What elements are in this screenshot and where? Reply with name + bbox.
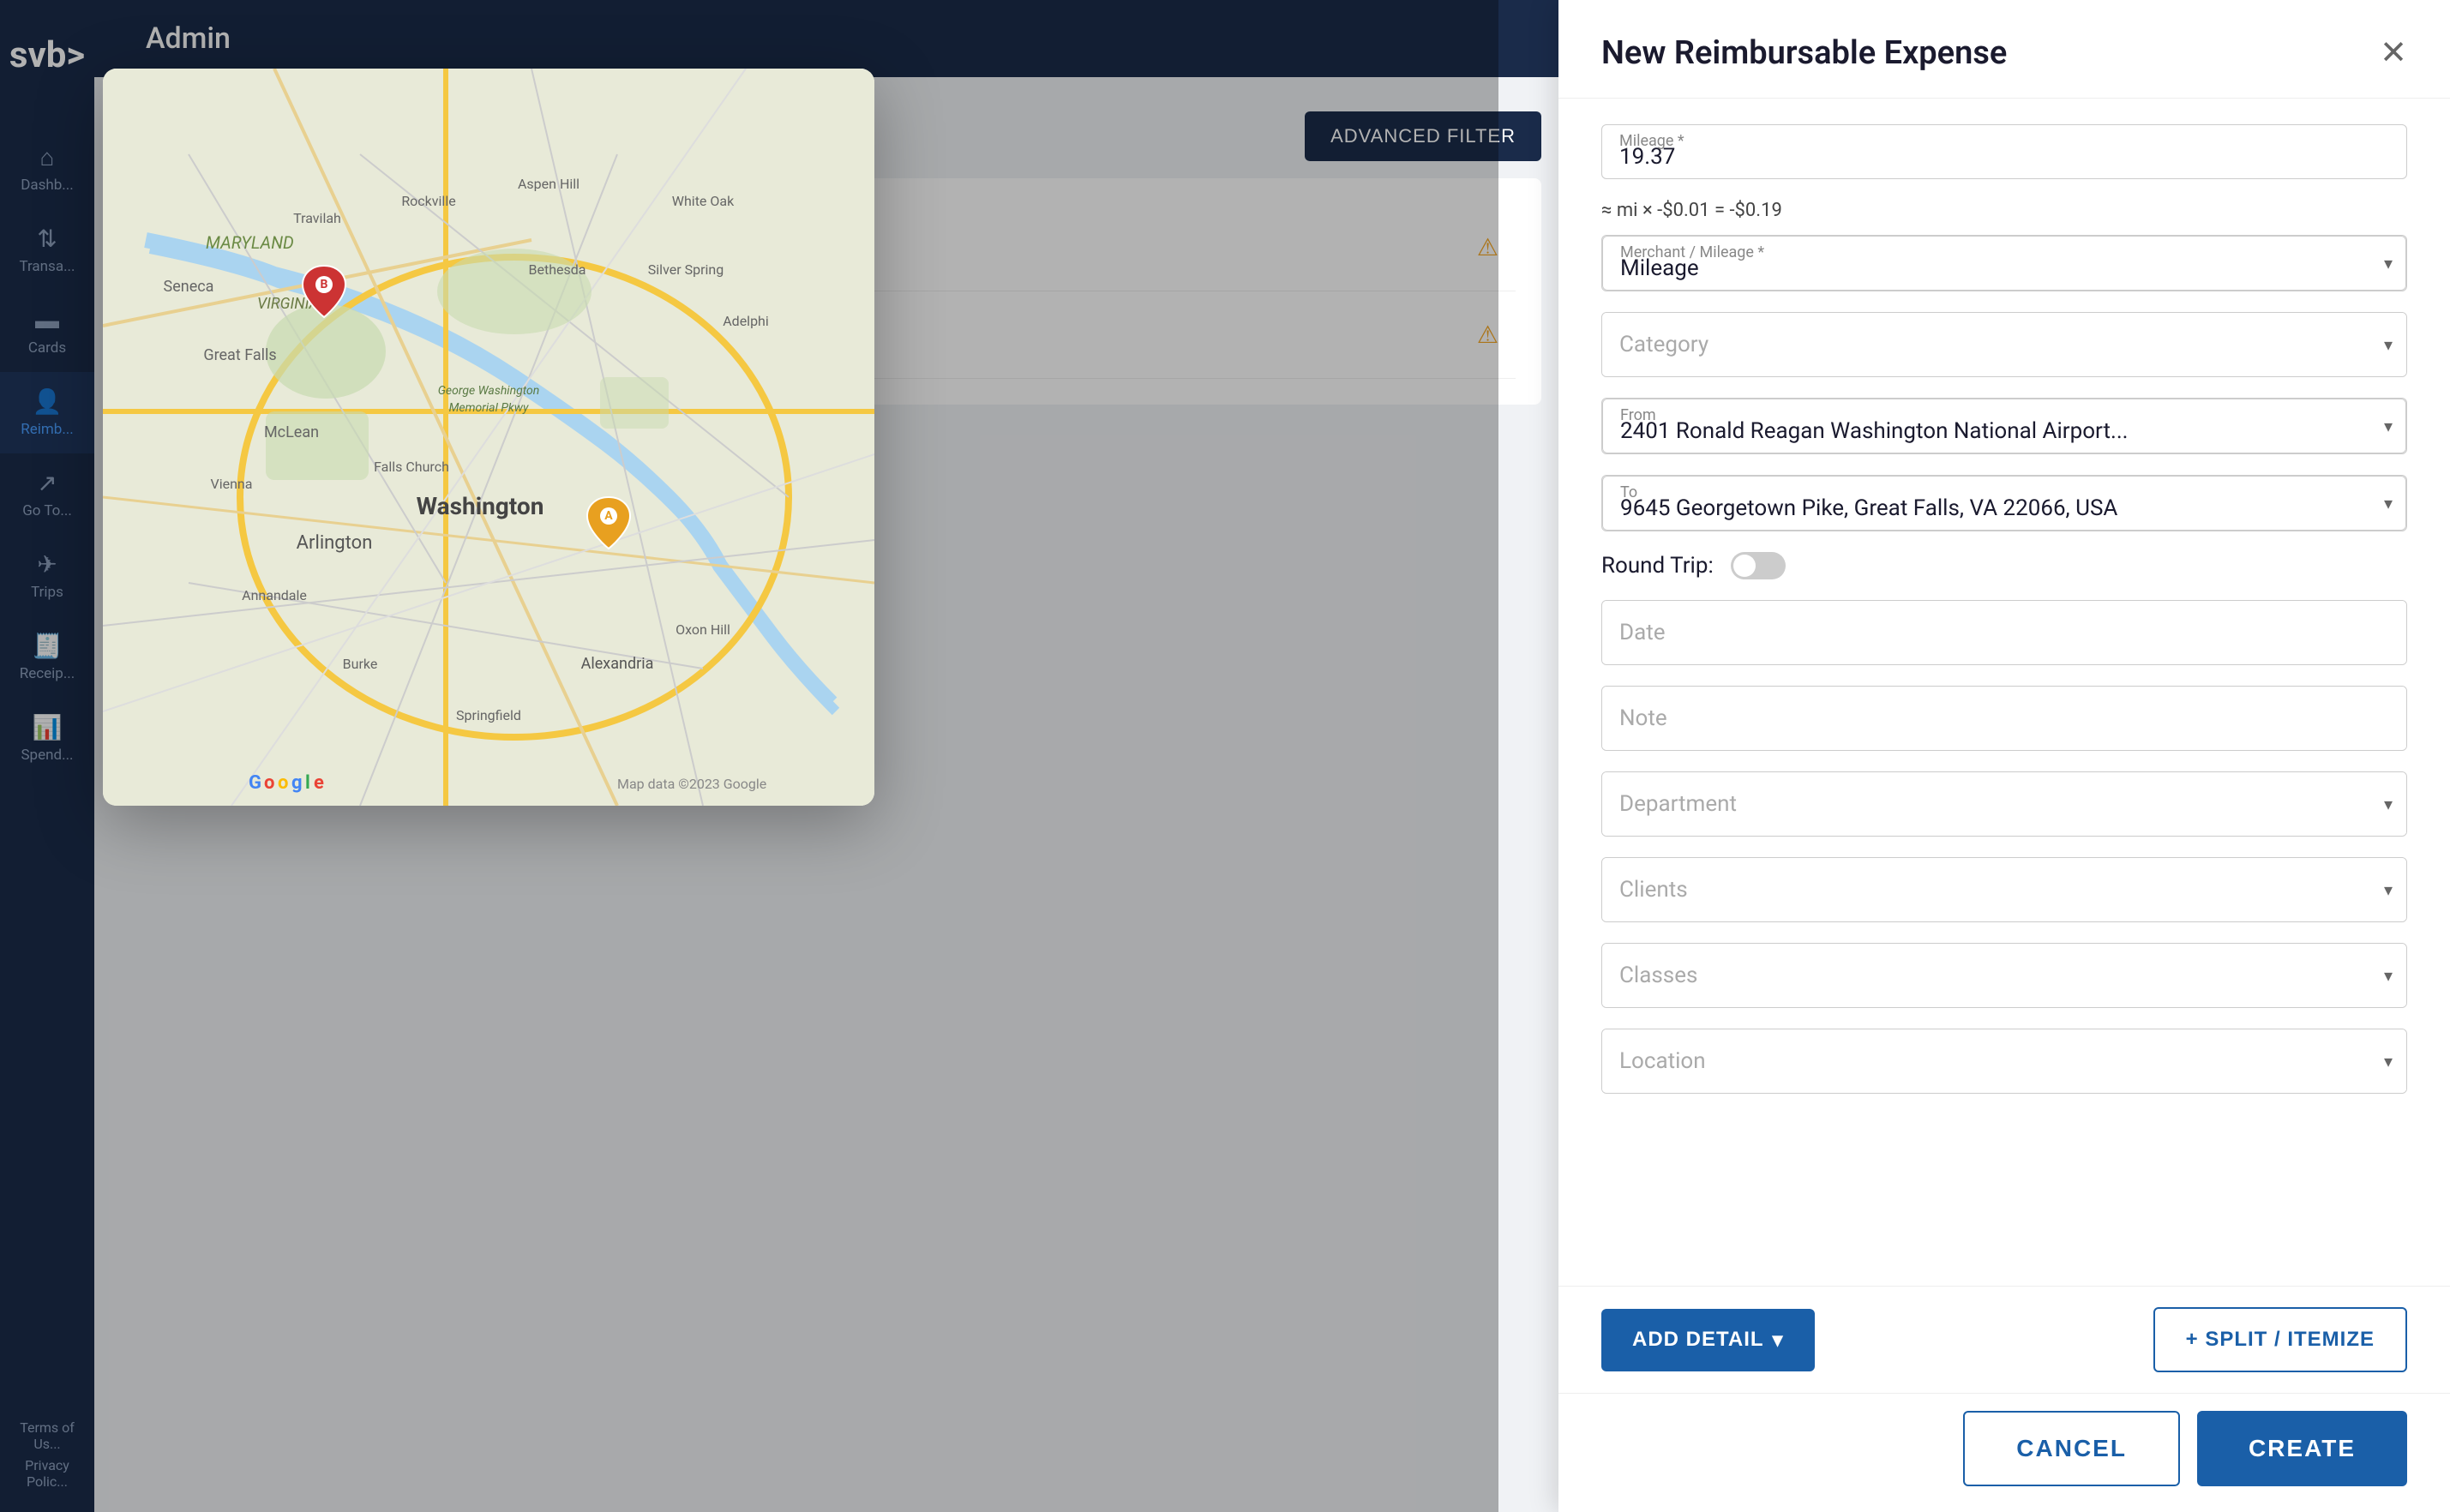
svg-text:Silver Spring: Silver Spring <box>648 261 724 278</box>
location-select[interactable]: Location ▾ <box>1601 1029 2407 1094</box>
svg-text:Great Falls: Great Falls <box>203 346 276 364</box>
svg-text:g: g <box>291 772 303 794</box>
to-field-group: To 9645 Georgetown Pike, Great Falls, VA… <box>1601 475 2407 531</box>
svg-text:Burke: Burke <box>343 656 378 672</box>
svg-text:Seneca: Seneca <box>164 278 214 296</box>
svg-text:Vienna: Vienna <box>211 476 253 492</box>
from-label: From <box>1620 406 1656 424</box>
location-dropdown-arrow: ▾ <box>2384 1051 2393 1071</box>
svg-text:MARYLAND: MARYLAND <box>206 232 294 253</box>
svg-text:Arlington: Arlington <box>297 532 373 554</box>
from-dropdown-arrow: ▾ <box>2384 416 2393 436</box>
round-trip-row: Round Trip: <box>1601 552 2407 579</box>
svg-text:A: A <box>604 509 613 523</box>
date-field-group: Date <box>1601 600 2407 665</box>
mileage-value: 19.37 <box>1619 144 2363 170</box>
split-itemize-button[interactable]: + SPLIT / ITEMIZE <box>2153 1307 2407 1372</box>
date-placeholder: Date <box>1602 601 2406 664</box>
clients-select[interactable]: Clients ▾ <box>1601 857 2407 922</box>
panel-header: New Reimbursable Expense ✕ <box>1558 0 2450 99</box>
create-button[interactable]: CREATE <box>2197 1411 2407 1486</box>
svg-text:Rockville: Rockville <box>401 193 455 209</box>
svg-text:Bethesda: Bethesda <box>529 261 586 278</box>
svg-text:e: e <box>314 772 324 794</box>
note-field[interactable]: Note <box>1601 686 2407 751</box>
svg-text:McLean: McLean <box>264 423 319 441</box>
map-container: Washington Arlington McLean Great Falls … <box>103 69 874 806</box>
category-placeholder: Category <box>1602 313 2406 376</box>
category-select[interactable]: Category ▾ <box>1601 312 2407 377</box>
map-modal: Washington Arlington McLean Great Falls … <box>103 69 874 806</box>
svg-text:Travilah: Travilah <box>293 210 341 226</box>
location-field-group: Location ▾ <box>1601 1029 2407 1094</box>
svg-text:o: o <box>278 772 288 794</box>
merchant-dropdown-arrow: ▾ <box>2384 253 2393 273</box>
clients-dropdown-arrow: ▾ <box>2384 879 2393 900</box>
to-label: To <box>1620 483 1637 501</box>
svg-text:Memorial Pkwy: Memorial Pkwy <box>449 401 529 415</box>
svg-text:Aspen Hill: Aspen Hill <box>518 176 579 192</box>
to-value: 9645 Georgetown Pike, Great Falls, VA 22… <box>1620 495 2363 521</box>
panel-title: New Reimbursable Expense <box>1601 34 2007 72</box>
merchant-select[interactable]: Merchant / Mileage * Mileage ▾ <box>1601 235 2407 291</box>
classes-dropdown-arrow: ▾ <box>2384 965 2393 986</box>
from-input-container: From 2401 Ronald Reagan Washington Natio… <box>1602 399 2406 453</box>
clients-field-group: Clients ▾ <box>1601 857 2407 922</box>
cancel-button[interactable]: CANCEL <box>1963 1411 2180 1486</box>
svg-text:G: G <box>249 772 261 794</box>
from-field-group: From 2401 Ronald Reagan Washington Natio… <box>1601 398 2407 454</box>
svg-text:Oxon Hill: Oxon Hill <box>676 621 730 638</box>
svg-text:Alexandria: Alexandria <box>581 655 654 673</box>
category-field-group: Category ▾ <box>1601 312 2407 377</box>
department-select[interactable]: Department ▾ <box>1601 771 2407 837</box>
date-field[interactable]: Date <box>1601 600 2407 665</box>
note-placeholder: Note <box>1602 687 2406 750</box>
mileage-input-container: Mileage * 19.37 <box>1601 124 2407 179</box>
panel-body: Mileage * 19.37 ≈ mi × -$0.01 = -$0.19 M… <box>1558 99 2450 1286</box>
classes-field-group: Classes ▾ <box>1601 943 2407 1008</box>
svg-text:Springfield: Springfield <box>456 707 521 723</box>
svg-text:George Washington: George Washington <box>438 384 540 398</box>
add-detail-dropdown-arrow: ▾ <box>1773 1328 1784 1353</box>
round-trip-label: Round Trip: <box>1601 553 1714 579</box>
expense-panel: New Reimbursable Expense ✕ Mileage * 19.… <box>1558 0 2450 1512</box>
merchant-label: Merchant / Mileage * <box>1620 243 1764 261</box>
svg-text:Falls Church: Falls Church <box>374 459 449 475</box>
merchant-input-container: Merchant / Mileage * Mileage <box>1602 236 2406 291</box>
note-field-group: Note <box>1601 686 2407 751</box>
add-detail-button[interactable]: ADD DETAIL ▾ <box>1601 1309 1815 1371</box>
map-svg: Washington Arlington McLean Great Falls … <box>103 69 874 806</box>
svg-text:l: l <box>305 772 310 794</box>
from-select[interactable]: From 2401 Ronald Reagan Washington Natio… <box>1601 398 2407 454</box>
category-dropdown-arrow: ▾ <box>2384 334 2393 355</box>
close-button[interactable]: ✕ <box>2380 37 2407 69</box>
round-trip-toggle[interactable] <box>1731 552 1786 579</box>
formula-text: ≈ mi × -$0.01 = -$0.19 <box>1601 200 1782 221</box>
svg-text:o: o <box>264 772 274 794</box>
action-footer: CANCEL CREATE <box>1558 1393 2450 1512</box>
mileage-formula: ≈ mi × -$0.01 = -$0.19 <box>1601 200 2407 221</box>
department-field-group: Department ▾ <box>1601 771 2407 837</box>
mileage-field-group: Mileage * 19.37 <box>1601 124 2407 179</box>
department-placeholder: Department <box>1602 772 2406 836</box>
svg-text:Annandale: Annandale <box>242 587 307 603</box>
to-input-container: To 9645 Georgetown Pike, Great Falls, VA… <box>1602 476 2406 531</box>
location-placeholder: Location <box>1602 1029 2406 1093</box>
classes-select[interactable]: Classes ▾ <box>1601 943 2407 1008</box>
panel-footer: ADD DETAIL ▾ + SPLIT / ITEMIZE <box>1558 1286 2450 1393</box>
clients-placeholder: Clients <box>1602 858 2406 921</box>
svg-text:Washington: Washington <box>417 492 544 520</box>
svg-text:White Oak: White Oak <box>672 193 735 209</box>
svg-text:B: B <box>321 278 328 291</box>
merchant-field-group: Merchant / Mileage * Mileage ▾ <box>1601 235 2407 291</box>
to-select[interactable]: To 9645 Georgetown Pike, Great Falls, VA… <box>1601 475 2407 531</box>
department-dropdown-arrow: ▾ <box>2384 794 2393 814</box>
from-value: 2401 Ronald Reagan Washington National A… <box>1620 418 2363 444</box>
mileage-label: Mileage * <box>1619 132 1684 150</box>
svg-text:Adelphi: Adelphi <box>723 313 769 329</box>
classes-placeholder: Classes <box>1602 944 2406 1007</box>
svg-text:Map data ©2023 Google: Map data ©2023 Google <box>617 776 766 792</box>
to-dropdown-arrow: ▾ <box>2384 493 2393 513</box>
